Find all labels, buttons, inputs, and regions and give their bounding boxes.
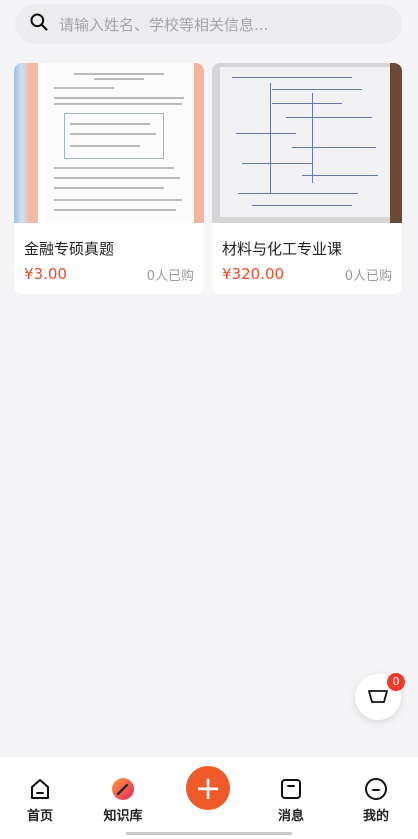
search-input[interactable]: 请输入姓名、学校等相关信息... [59,14,268,35]
product-card[interactable]: 材料与化工专业课 ¥320.00 0人已购 [212,63,402,294]
product-title: 金融专硕真题 [24,240,115,258]
add-button[interactable]: + [186,766,230,810]
plus-icon: + [194,769,222,807]
message-icon [279,777,303,801]
product-thumbnail [212,63,402,223]
home-icon [28,777,52,801]
basket-icon [366,683,390,711]
tab-me-label: 我的 [362,809,389,824]
profile-icon [364,777,388,801]
tab-messages-label: 消息 [277,809,304,824]
product-sold-count: 0人已购 [344,269,392,284]
product-price: ¥320.00 [222,265,285,283]
tab-knowledge-label: 知识库 [103,809,143,824]
product-thumbnail [14,63,204,223]
product-price: ¥3.00 [24,265,67,283]
product-sold-count: 0人已购 [146,269,194,284]
knowledge-icon [111,777,135,801]
home-indicator [126,832,292,835]
cart-count-badge: 0 [387,673,405,691]
search-icon [29,12,49,36]
search-bar[interactable]: 请输入姓名、学校等相关信息... [15,4,402,44]
product-title: 材料与化工专业课 [222,240,343,258]
product-card[interactable]: 金融专硕真题 ¥3.00 0人已购 [14,63,204,294]
tab-home-label: 首页 [26,809,53,824]
